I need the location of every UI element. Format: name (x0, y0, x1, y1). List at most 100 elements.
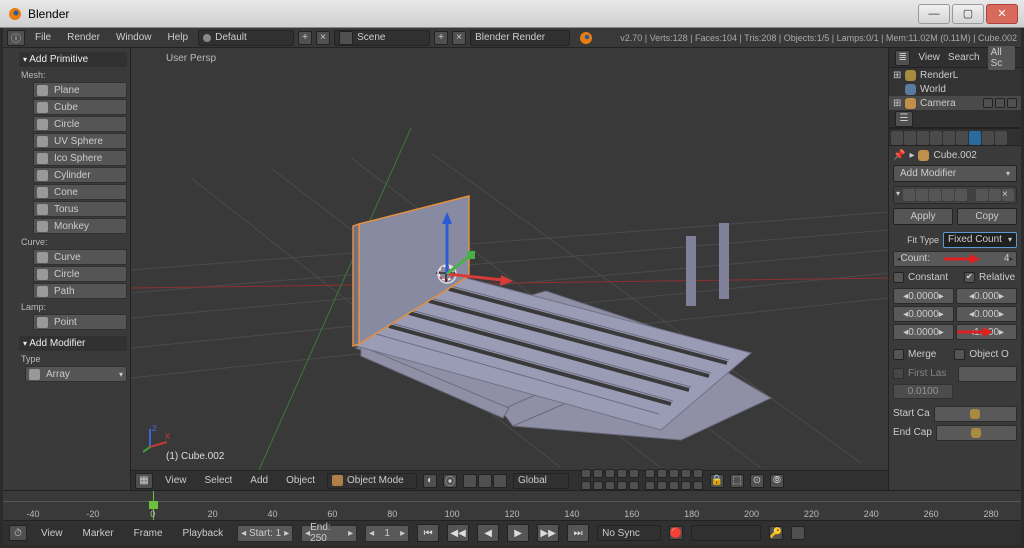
maximize-button[interactable]: ▢ (952, 4, 984, 24)
menu-help[interactable]: Help (162, 32, 195, 43)
sync-mode-select[interactable]: No Sync (597, 525, 661, 541)
add-circle-button[interactable]: Circle (33, 116, 127, 132)
menu-file[interactable]: File (29, 32, 57, 43)
add-uvsphere-button[interactable]: UV Sphere (33, 133, 127, 149)
add-plane-button[interactable]: Plane (33, 82, 127, 98)
constant-x-field[interactable]: ◂0.0000▸ (893, 288, 954, 304)
restrict-render-icon[interactable] (1007, 98, 1017, 108)
play-reverse-button[interactable]: ◀ (477, 524, 499, 542)
collapse-icon[interactable]: ▾ (896, 189, 900, 201)
constant-y-field[interactable]: ◂0.0000▸ (893, 306, 954, 322)
outliner-view[interactable]: View (918, 52, 940, 63)
autokey-icon[interactable]: 🔴 (669, 526, 683, 540)
snap-target-icon[interactable]: ⊙ (750, 474, 764, 488)
panel-add-primitive[interactable]: Add Primitive (19, 52, 127, 67)
mode-select[interactable]: Object Mode (327, 473, 417, 489)
jump-start-button[interactable]: ⏮ (417, 524, 439, 542)
outliner-scope[interactable]: All Sc (988, 46, 1015, 70)
outliner-row[interactable]: ⊞RenderL (889, 68, 1021, 82)
delete-modifier-icon[interactable]: × (1002, 189, 1014, 201)
add-path-button[interactable]: Path (33, 283, 127, 299)
pivot-icon[interactable]: ⦿ (443, 474, 457, 488)
mod-display-viewport-icon[interactable] (929, 189, 941, 201)
fit-type-select[interactable]: Fixed Count▾ (943, 232, 1017, 248)
minimize-button[interactable]: — (918, 4, 950, 24)
viewport-editor-icon[interactable]: ▦ (135, 473, 153, 489)
add-monkey-button[interactable]: Monkey (33, 218, 127, 234)
restrict-view-icon[interactable] (983, 98, 993, 108)
constant-checkbox[interactable] (893, 272, 904, 283)
relative-z-field[interactable]: ◂1.100▸ (956, 324, 1017, 340)
renderlayers-tab[interactable] (904, 131, 916, 145)
outliner-row[interactable]: ⊞Camera (889, 96, 1021, 110)
copy-button[interactable]: Copy (957, 208, 1017, 225)
add-cone-button[interactable]: Cone (33, 184, 127, 200)
orientation-select[interactable]: Global (513, 473, 569, 489)
start-frame-field[interactable]: ◂Start: 1▸ (237, 525, 293, 542)
restrict-select-icon[interactable] (995, 98, 1005, 108)
3d-viewport[interactable]: z x User Persp (1) Cube.002 ▦ View Selec… (131, 48, 888, 490)
render-engine-select[interactable]: Blender Render (470, 30, 570, 46)
close-button[interactable]: ✕ (986, 4, 1018, 24)
render-preview-icon[interactable]: ⦾ (770, 474, 784, 488)
vp-menu-view[interactable]: View (159, 475, 193, 486)
modifiers-tab[interactable] (969, 131, 981, 145)
key-delete-icon[interactable] (791, 526, 805, 540)
vp-menu-object[interactable]: Object (280, 475, 321, 486)
outliner-row[interactable]: World (889, 82, 1021, 96)
panel-add-modifier[interactable]: Add Modifier (19, 336, 127, 351)
scene-add-button[interactable]: + (434, 31, 448, 45)
object-tab[interactable] (943, 131, 955, 145)
relative-x-field[interactable]: ◂0.000▸ (956, 288, 1017, 304)
move-up-icon[interactable] (976, 189, 988, 201)
render-tab[interactable] (891, 131, 903, 145)
add-icosphere-button[interactable]: Ico Sphere (33, 150, 127, 166)
move-down-icon[interactable] (989, 189, 1001, 201)
timeline[interactable]: -40-200204060801001201401601802002202402… (3, 490, 1021, 520)
pin-icon[interactable]: 📌 (893, 150, 905, 161)
jump-end-button[interactable]: ⏭ (567, 524, 589, 542)
layout-delete-button[interactable]: × (316, 31, 330, 45)
constraints-tab[interactable] (956, 131, 968, 145)
scene-select[interactable]: Scene (334, 30, 430, 46)
startcap-field[interactable] (934, 406, 1017, 422)
editor-type-icon[interactable]: ⓘ (7, 30, 25, 46)
props-editor-icon[interactable]: ☰ (895, 111, 913, 127)
layer-buttons[interactable] (581, 469, 704, 492)
vp-menu-add[interactable]: Add (244, 475, 274, 486)
outliner[interactable]: ⊞RenderL World ⊞Camera (889, 68, 1021, 110)
add-curvecircle-button[interactable]: Circle (33, 266, 127, 282)
menu-render[interactable]: Render (61, 32, 106, 43)
tl-menu-frame[interactable]: Frame (128, 528, 169, 539)
data-tab[interactable] (982, 131, 994, 145)
endcap-field[interactable] (936, 425, 1017, 441)
world-tab[interactable] (930, 131, 942, 145)
vp-menu-select[interactable]: Select (199, 475, 239, 486)
tl-menu-view[interactable]: View (35, 528, 69, 539)
mod-display-render-icon[interactable] (916, 189, 928, 201)
shading-icon[interactable]: ◐ (423, 474, 437, 488)
menu-window[interactable]: Window (110, 32, 158, 43)
key-insert-icon[interactable]: 🔑 (769, 526, 783, 540)
outliner-editor-icon[interactable]: ≣ (895, 50, 910, 66)
mod-display-edit-icon[interactable] (942, 189, 954, 201)
firstlast-checkbox[interactable] (893, 368, 904, 379)
add-cube-button[interactable]: Cube (33, 99, 127, 115)
manip-rotate-icon[interactable] (478, 474, 492, 488)
count-field[interactable]: ◂ Count: 4 ▸ (893, 251, 1017, 267)
timeline-editor-icon[interactable]: ⏱ (9, 525, 27, 541)
object-offset-field[interactable] (958, 366, 1017, 382)
manip-scale-icon[interactable] (493, 474, 507, 488)
current-frame-field[interactable]: ◂1▸ (365, 525, 409, 542)
outliner-search[interactable]: Search (948, 52, 980, 63)
screen-layout-select[interactable]: Default (198, 30, 294, 46)
prev-key-button[interactable]: ◀◀ (447, 524, 469, 542)
tl-menu-playback[interactable]: Playback (177, 528, 230, 539)
lock-icon[interactable]: 🔒 (710, 474, 724, 488)
layout-add-button[interactable]: + (298, 31, 312, 45)
constant-z-field[interactable]: ◂0.0000▸ (893, 324, 954, 340)
next-key-button[interactable]: ▶▶ (537, 524, 559, 542)
relative-y-field[interactable]: ◂0.000▸ (956, 306, 1017, 322)
tl-menu-marker[interactable]: Marker (77, 528, 120, 539)
snap-icon[interactable]: ⬚ (730, 474, 744, 488)
